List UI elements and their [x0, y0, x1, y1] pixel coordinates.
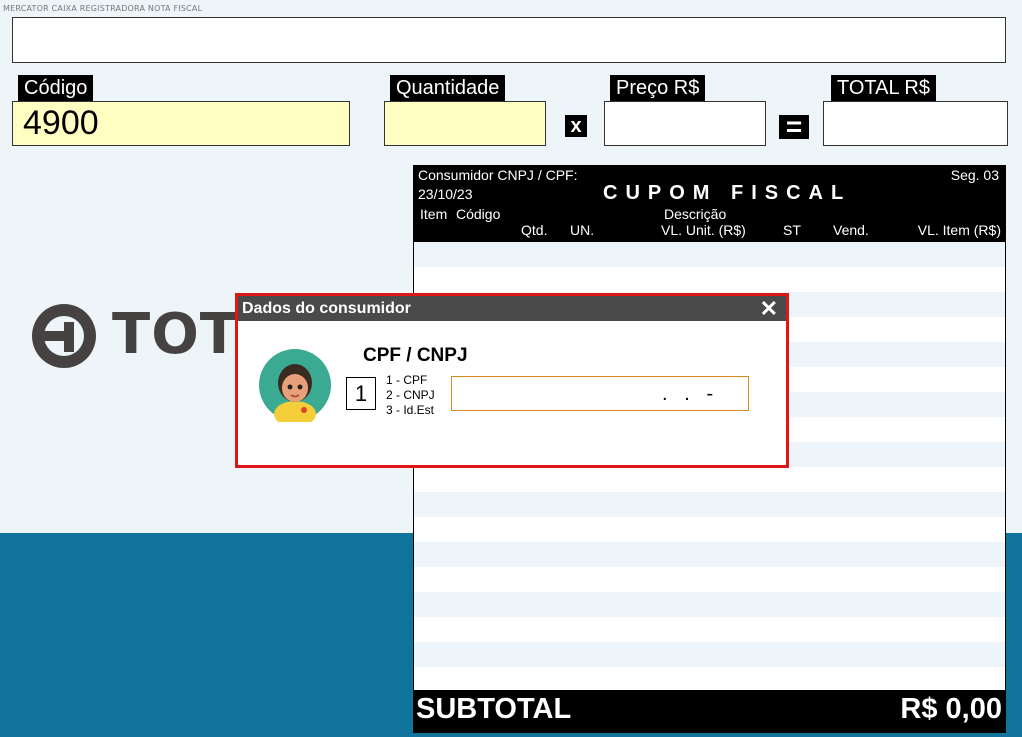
document-number-input[interactable]: . . -: [451, 376, 749, 411]
receipt-row: [414, 642, 1005, 667]
receipt-row: [414, 592, 1005, 617]
doc-type-input[interactable]: 1: [346, 377, 376, 410]
equals-sign: =: [779, 113, 809, 141]
receipt-row: [414, 242, 1005, 267]
total-field[interactable]: [823, 101, 1008, 146]
consumer-avatar-icon: [259, 349, 331, 422]
preco-field[interactable]: [604, 101, 766, 146]
quantidade-label: Quantidade: [390, 75, 506, 101]
close-icon[interactable]: ✕: [760, 296, 778, 321]
dialog-title: Dados do consumidor: [238, 296, 786, 321]
col-un: UN.: [570, 222, 595, 238]
option-id-est: 3 - Id.Est: [386, 403, 435, 417]
col-vl-item: VL. Item (R$): [917, 222, 1001, 238]
col-codigo: Código: [456, 206, 501, 222]
totvs-logo: TOTV: [28, 298, 238, 376]
receipt-row: [414, 567, 1005, 592]
dialog-heading: CPF / CNPJ: [363, 345, 468, 366]
receipt-row: [414, 492, 1005, 517]
totvs-logo-icon: [32, 304, 96, 368]
receipt-title: CUPOM FISCAL: [603, 182, 852, 204]
document-mask: . . -: [662, 383, 714, 405]
option-cnpj: 2 - CNPJ: [386, 388, 435, 402]
message-display-box: [12, 17, 1006, 63]
col-qtd: Qtd.: [521, 222, 548, 238]
col-vend: Vend.: [833, 222, 869, 238]
col-item: Item: [420, 206, 448, 222]
receipt-row: [414, 542, 1005, 567]
receipt-date: 23/10/23: [418, 186, 473, 202]
multiply-sign: x: [565, 115, 587, 137]
consumer-label: Consumidor CNPJ / CPF:: [418, 167, 578, 183]
logo-text: TOTV: [112, 302, 238, 367]
receipt-header: Consumidor CNPJ / CPF: 23/10/23 CUPOM FI…: [414, 166, 1005, 242]
col-vl-unit: VL. Unit. (R$): [661, 222, 746, 238]
receipt-row: [414, 517, 1005, 542]
receipt-row: [414, 667, 1005, 692]
receipt-seq: Seg. 03: [950, 167, 999, 183]
receipt-row: [414, 267, 1005, 292]
receipt-row: [414, 467, 1005, 492]
subtotal-bar: SUBTOTAL R$ 0,00: [414, 690, 1005, 732]
subtotal-value: R$ 0,00: [900, 693, 1002, 725]
codigo-label: Código: [18, 75, 94, 101]
option-cpf: 1 - CPF: [386, 373, 428, 387]
codigo-field[interactable]: 4900: [12, 101, 350, 146]
preco-label: Preço R$: [610, 75, 706, 101]
top-caption: MERCATOR CAIXA REGISTRADORA NOTA FISCAL: [3, 4, 203, 13]
consumer-dialog: Dados do consumidor ✕ CPF / CNPJ 1 1 - C…: [235, 293, 789, 468]
total-label: TOTAL R$: [831, 75, 936, 101]
col-descricao: Descrição: [664, 206, 727, 222]
doc-type-options: 1 - CPF 2 - CNPJ 3 - Id.Est: [386, 373, 435, 418]
col-st: ST: [783, 222, 801, 238]
subtotal-label: SUBTOTAL: [416, 693, 572, 725]
receipt-row: [414, 617, 1005, 642]
quantidade-field[interactable]: [384, 101, 546, 146]
